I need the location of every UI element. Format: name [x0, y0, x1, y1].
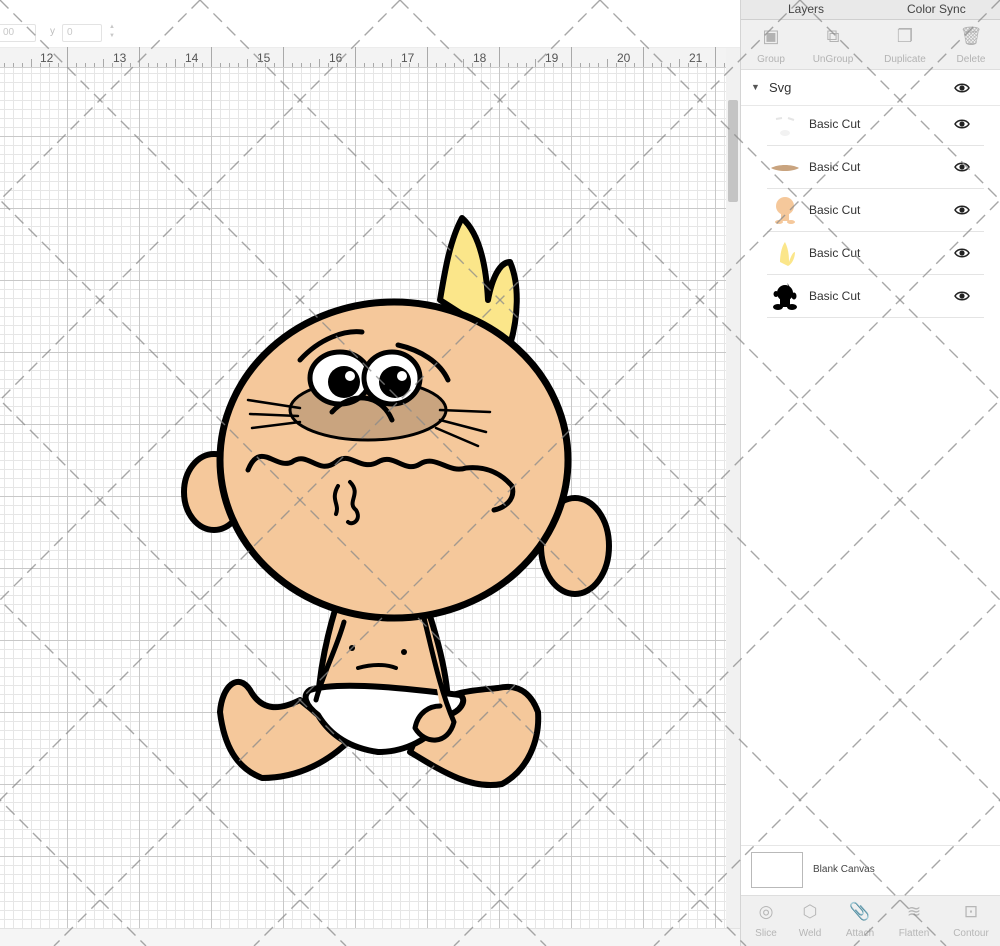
flatten-button[interactable]: ≋ Flatten [889, 900, 939, 939]
layer-label: Basic Cut [809, 289, 861, 303]
layer-label: Basic Cut [809, 117, 861, 131]
eye-icon[interactable] [954, 290, 970, 302]
panel-tabs: Layers Color Sync [741, 0, 1000, 20]
ungroup-icon: ⧉ [826, 26, 840, 46]
layer-item[interactable]: Basic Cut [767, 103, 984, 146]
layers-panel: Layers Color Sync ▣ Group ⧉ UnGroup ❐ Du… [740, 0, 1000, 946]
group-label: Group [757, 54, 785, 65]
caret-down-icon[interactable]: ▼ [751, 82, 760, 92]
design-canvas-area[interactable]: 00 y 0 ▲ ▼ 12 13 14 15 16 17 18 19 20 21 [0, 0, 740, 946]
layer-label: Basic Cut [809, 160, 861, 174]
duplicate-label: Duplicate [884, 54, 926, 65]
group-button[interactable]: ▣ Group [741, 24, 801, 65]
attach-label: Attach [845, 928, 875, 939]
bottom-tools-bar: ◎ Slice ⬡ Weld 📎 Attach ≋ Flatten ⊡ Cont… [741, 895, 1000, 946]
flatten-icon: ≋ [906, 902, 922, 921]
layer-tools-bar: ▣ Group ⧉ UnGroup ❐ Duplicate 🗑 Delete [741, 20, 1000, 70]
baby-artwork[interactable] [0, 0, 740, 946]
tab-color-sync[interactable]: Color Sync [907, 2, 966, 16]
layer-item[interactable]: Basic Cut [767, 189, 984, 232]
delete-label: Delete [956, 54, 986, 65]
duplicate-button[interactable]: ❐ Duplicate [875, 24, 935, 65]
right-pupil-shape [379, 366, 411, 398]
weld-icon: ⬡ [802, 902, 818, 921]
layer-label: Basic Cut [809, 203, 861, 217]
slice-button[interactable]: ◎ Slice [741, 900, 791, 939]
horizontal-scrollbar[interactable] [0, 928, 740, 946]
weld-label: Weld [798, 928, 822, 939]
eye-icon[interactable] [954, 82, 970, 94]
attach-icon: 📎 [849, 902, 871, 921]
layer-group-svg[interactable]: ▼ Svg [741, 70, 1000, 106]
tab-layers[interactable]: Layers [788, 2, 824, 16]
vertical-scrollbar[interactable] [726, 48, 740, 928]
vertical-scrollbar-thumb[interactable] [728, 100, 738, 202]
trash-icon: 🗑 [959, 26, 983, 46]
eye-icon[interactable] [954, 247, 970, 259]
layer-thumbnail-brown [771, 165, 799, 171]
group-icon: ▣ [762, 26, 780, 46]
slice-label: Slice [755, 928, 777, 939]
weld-button[interactable]: ⬡ Weld [785, 900, 835, 939]
layer-group-label: Svg [769, 80, 792, 95]
canvas-label: Blank Canvas [813, 864, 875, 875]
canvas-swatch[interactable] [751, 852, 803, 888]
contour-icon: ⊡ [963, 902, 979, 921]
flatten-label: Flatten [898, 928, 930, 939]
layer-label: Basic Cut [809, 246, 861, 260]
ungroup-label: UnGroup [812, 54, 854, 65]
layer-thumbnail-yellow [780, 242, 795, 266]
layer-item[interactable]: Basic Cut [767, 232, 984, 275]
layer-thumbnail-skin [775, 197, 795, 224]
layer-item[interactable]: Basic Cut [767, 275, 984, 318]
eye-icon[interactable] [954, 118, 970, 130]
layer-thumbnail-black [773, 283, 797, 310]
slice-icon: ◎ [758, 902, 774, 921]
delete-button[interactable]: 🗑 Delete [941, 24, 1000, 65]
layer-item[interactable]: Basic Cut [767, 146, 984, 189]
eye-icon[interactable] [954, 204, 970, 216]
contour-label: Contour [953, 928, 989, 939]
blank-canvas-row[interactable]: Blank Canvas [741, 845, 1000, 895]
contour-button[interactable]: ⊡ Contour [946, 900, 996, 939]
ungroup-button[interactable]: ⧉ UnGroup [803, 24, 863, 65]
left-pupil-shape [328, 366, 360, 398]
layer-thumbnail-white [775, 117, 795, 136]
attach-button[interactable]: 📎 Attach [835, 900, 885, 939]
duplicate-icon: ❐ [896, 26, 914, 46]
eye-icon[interactable] [954, 161, 970, 173]
